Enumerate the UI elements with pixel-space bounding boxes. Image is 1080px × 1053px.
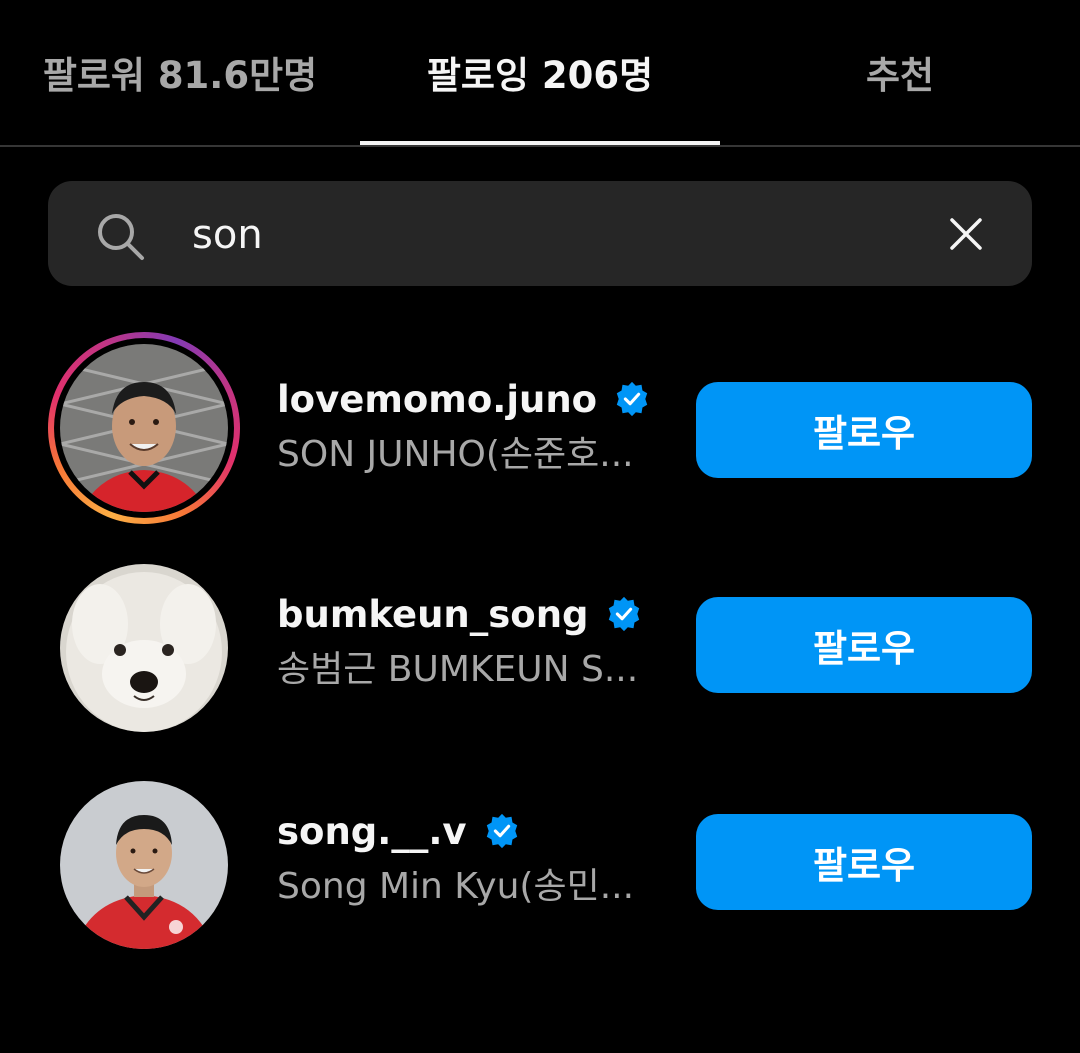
tab-divider — [0, 145, 1080, 147]
username-line: bumkeun_song — [277, 589, 643, 639]
avatar — [60, 564, 228, 732]
follow-button[interactable]: 팔로우 — [696, 597, 1032, 693]
avatar-container[interactable] — [48, 764, 240, 956]
active-tab-indicator — [360, 141, 720, 145]
tab-followers[interactable]: 팔로워 81.6만명 — [0, 46, 360, 106]
verified-badge-icon — [608, 596, 639, 632]
close-icon[interactable] — [944, 212, 988, 256]
username[interactable]: lovemomo.juno — [277, 378, 597, 421]
verified-badge-icon — [616, 381, 648, 417]
avatar — [60, 344, 228, 512]
username-line: song.__.v — [277, 806, 521, 856]
username-line: lovemomo.juno — [277, 374, 651, 424]
avatar-container[interactable] — [48, 547, 240, 739]
follow-button[interactable]: 팔로우 — [696, 382, 1032, 478]
tab-following[interactable]: 팔로잉 206명 — [360, 46, 720, 106]
search-input[interactable] — [192, 206, 892, 264]
full-name: Song Min Kyu(송민... — [277, 866, 635, 907]
list-item[interactable]: lovemomo.juno SON JUNHO(손준호... 팔로우 — [0, 330, 1080, 530]
full-name: SON JUNHO(손준호... — [277, 434, 634, 475]
tab-suggested[interactable]: 추천 — [720, 46, 1080, 106]
list-item[interactable]: bumkeun_song 송범근 BUMKEUN S... 팔로우 — [0, 545, 1080, 745]
follow-button[interactable]: 팔로우 — [696, 814, 1032, 910]
username[interactable]: bumkeun_song — [277, 593, 589, 636]
avatar-with-story-ring[interactable] — [48, 332, 240, 524]
avatar — [60, 781, 228, 949]
tab-bar: 팔로워 81.6만명 팔로잉 206명 추천 — [0, 0, 1080, 147]
full-name: 송범근 BUMKEUN S... — [277, 649, 639, 690]
username[interactable]: song.__.v — [277, 810, 467, 853]
verified-badge-icon — [486, 813, 517, 849]
list-item[interactable]: song.__.v Song Min Kyu(송민... 팔로우 — [0, 762, 1080, 962]
search-icon — [98, 214, 144, 260]
